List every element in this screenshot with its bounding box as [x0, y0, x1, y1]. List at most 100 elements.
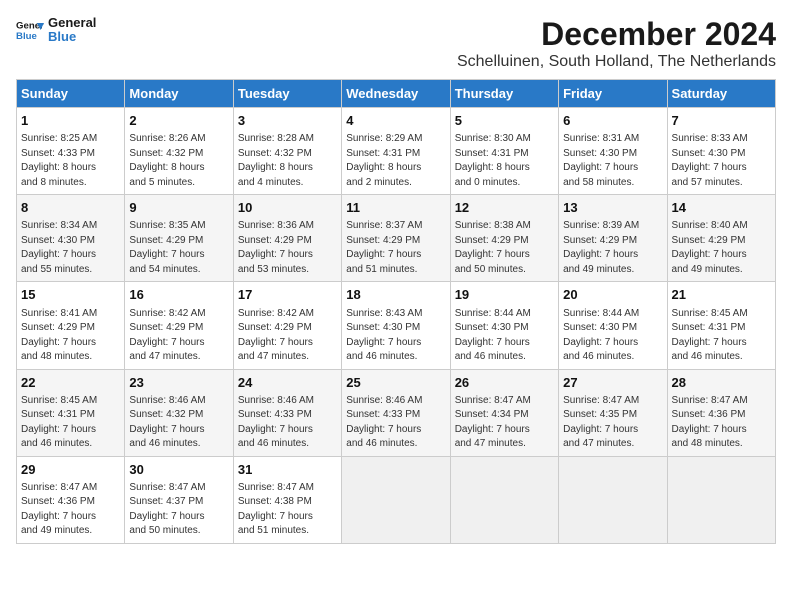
day-info: Sunrise: 8:45 AMSunset: 4:31 PMDaylight:…: [21, 394, 120, 452]
calendar-week-4: 22 Sunrise: 8:45 AMSunset: 4:31 PMDayligh…: [17, 369, 776, 456]
day-info: Sunrise: 8:30 AMSunset: 4:31 PMDaylight:…: [455, 132, 554, 190]
day-number: 18: [346, 286, 445, 304]
calendar-cell: 11 Sunrise: 8:37 AMSunset: 4:29 PMDayligh…: [342, 195, 450, 282]
calendar-cell: 15Sunrise: 8:41 AMSunset: 4:29 PMDayligh…: [17, 282, 125, 369]
day-info: Sunrise: 8:47 AMSunset: 4:36 PMDaylight:…: [21, 481, 120, 539]
day-number: 4: [346, 112, 445, 130]
header-sunday: Sunday: [17, 80, 125, 108]
day-info: Sunrise: 8:44 AMSunset: 4:30 PMDaylight:…: [455, 307, 554, 365]
day-number: 23: [129, 374, 228, 392]
day-info: Sunrise: 8:46 AMSunset: 4:33 PMDaylight:…: [238, 394, 337, 452]
calendar-cell: 9 Sunrise: 8:35 AMSunset: 4:29 PMDaylight…: [125, 195, 233, 282]
day-number: 10: [238, 199, 337, 217]
day-number: 29: [21, 461, 120, 479]
day-number: 11: [346, 199, 445, 217]
logo-icon: General Blue: [16, 16, 44, 44]
calendar-cell: [667, 456, 775, 543]
calendar-cell: 24 Sunrise: 8:46 AMSunset: 4:33 PMDayligh…: [233, 369, 341, 456]
header-thursday: Thursday: [450, 80, 558, 108]
calendar-cell: 6Sunrise: 8:31 AMSunset: 4:30 PMDaylight…: [559, 108, 667, 195]
day-info: Sunrise: 8:43 AMSunset: 4:30 PMDaylight:…: [346, 307, 445, 365]
calendar-cell: 5 Sunrise: 8:30 AMSunset: 4:31 PMDaylight…: [450, 108, 558, 195]
day-info: Sunrise: 8:47 AMSunset: 4:34 PMDaylight:…: [455, 394, 554, 452]
title-block: December 2024 Schelluinen, South Holland…: [457, 16, 776, 71]
calendar-subtitle: Schelluinen, South Holland, The Netherla…: [457, 53, 776, 71]
day-number: 16: [129, 286, 228, 304]
day-info: Sunrise: 8:25 AMSunset: 4:33 PMDaylight:…: [21, 132, 120, 190]
calendar-week-2: 8 Sunrise: 8:34 AMSunset: 4:30 PMDaylight…: [17, 195, 776, 282]
logo: General Blue General Blue: [16, 16, 96, 45]
day-info: Sunrise: 8:47 AMSunset: 4:36 PMDaylight:…: [672, 394, 771, 452]
day-number: 20: [563, 286, 662, 304]
day-number: 8: [21, 199, 120, 217]
logo-line1: General: [48, 16, 96, 30]
day-number: 31: [238, 461, 337, 479]
day-info: Sunrise: 8:47 AMSunset: 4:38 PMDaylight:…: [238, 481, 337, 539]
day-info: Sunrise: 8:39 AMSunset: 4:29 PMDaylight:…: [563, 219, 662, 277]
day-number: 21: [672, 286, 771, 304]
day-info: Sunrise: 8:42 AMSunset: 4:29 PMDaylight:…: [129, 307, 228, 365]
calendar-cell: 10Sunrise: 8:36 AMSunset: 4:29 PMDayligh…: [233, 195, 341, 282]
calendar-cell: 14 Sunrise: 8:40 AMSunset: 4:29 PMDayligh…: [667, 195, 775, 282]
calendar-cell: 19Sunrise: 8:44 AMSunset: 4:30 PMDayligh…: [450, 282, 558, 369]
header-friday: Friday: [559, 80, 667, 108]
day-info: Sunrise: 8:40 AMSunset: 4:29 PMDaylight:…: [672, 219, 771, 277]
day-number: 13: [563, 199, 662, 217]
calendar-cell: 25 Sunrise: 8:46 AMSunset: 4:33 PMDayligh…: [342, 369, 450, 456]
day-info: Sunrise: 8:46 AMSunset: 4:32 PMDaylight:…: [129, 394, 228, 452]
calendar-cell: 16 Sunrise: 8:42 AMSunset: 4:29 PMDayligh…: [125, 282, 233, 369]
calendar-cell: 22 Sunrise: 8:45 AMSunset: 4:31 PMDayligh…: [17, 369, 125, 456]
calendar-cell: 7 Sunrise: 8:33 AMSunset: 4:30 PMDaylight…: [667, 108, 775, 195]
calendar-cell: [450, 456, 558, 543]
calendar-cell: 17Sunrise: 8:42 AMSunset: 4:29 PMDayligh…: [233, 282, 341, 369]
day-info: Sunrise: 8:46 AMSunset: 4:33 PMDaylight:…: [346, 394, 445, 452]
day-number: 9: [129, 199, 228, 217]
day-number: 7: [672, 112, 771, 130]
day-info: Sunrise: 8:34 AMSunset: 4:30 PMDaylight:…: [21, 219, 120, 277]
day-info: Sunrise: 8:38 AMSunset: 4:29 PMDaylight:…: [455, 219, 554, 277]
calendar-week-5: 29 Sunrise: 8:47 AMSunset: 4:36 PMDayligh…: [17, 456, 776, 543]
calendar-cell: 31 Sunrise: 8:47 AMSunset: 4:38 PMDayligh…: [233, 456, 341, 543]
day-number: 3: [238, 112, 337, 130]
day-number: 14: [672, 199, 771, 217]
calendar-cell: 4 Sunrise: 8:29 AMSunset: 4:31 PMDaylight…: [342, 108, 450, 195]
calendar-cell: 29 Sunrise: 8:47 AMSunset: 4:36 PMDayligh…: [17, 456, 125, 543]
calendar-title: December 2024: [457, 16, 776, 53]
calendar-cell: 8 Sunrise: 8:34 AMSunset: 4:30 PMDaylight…: [17, 195, 125, 282]
header-monday: Monday: [125, 80, 233, 108]
day-number: 22: [21, 374, 120, 392]
calendar-cell: 21 Sunrise: 8:45 AMSunset: 4:31 PMDayligh…: [667, 282, 775, 369]
svg-text:Blue: Blue: [16, 31, 37, 42]
day-info: Sunrise: 8:31 AMSunset: 4:30 PMDaylight:…: [563, 132, 662, 190]
header-wednesday: Wednesday: [342, 80, 450, 108]
day-info: Sunrise: 8:29 AMSunset: 4:31 PMDaylight:…: [346, 132, 445, 190]
calendar-cell: 13 Sunrise: 8:39 AMSunset: 4:29 PMDayligh…: [559, 195, 667, 282]
day-number: 5: [455, 112, 554, 130]
calendar-header-row: SundayMondayTuesdayWednesdayThursdayFrid…: [17, 80, 776, 108]
calendar-cell: 27 Sunrise: 8:47 AMSunset: 4:35 PMDayligh…: [559, 369, 667, 456]
day-info: Sunrise: 8:33 AMSunset: 4:30 PMDaylight:…: [672, 132, 771, 190]
calendar-cell: [559, 456, 667, 543]
calendar-week-3: 15Sunrise: 8:41 AMSunset: 4:29 PMDayligh…: [17, 282, 776, 369]
calendar-cell: 3Sunrise: 8:28 AMSunset: 4:32 PMDaylight…: [233, 108, 341, 195]
header-tuesday: Tuesday: [233, 80, 341, 108]
day-info: Sunrise: 8:37 AMSunset: 4:29 PMDaylight:…: [346, 219, 445, 277]
day-info: Sunrise: 8:41 AMSunset: 4:29 PMDaylight:…: [21, 307, 120, 365]
calendar-cell: [342, 456, 450, 543]
day-number: 26: [455, 374, 554, 392]
day-info: Sunrise: 8:44 AMSunset: 4:30 PMDaylight:…: [563, 307, 662, 365]
calendar-cell: 23 Sunrise: 8:46 AMSunset: 4:32 PMDayligh…: [125, 369, 233, 456]
calendar-cell: 20 Sunrise: 8:44 AMSunset: 4:30 PMDayligh…: [559, 282, 667, 369]
day-number: 27: [563, 374, 662, 392]
calendar-cell: 26 Sunrise: 8:47 AMSunset: 4:34 PMDayligh…: [450, 369, 558, 456]
day-number: 25: [346, 374, 445, 392]
day-info: Sunrise: 8:45 AMSunset: 4:31 PMDaylight:…: [672, 307, 771, 365]
logo-line2: Blue: [48, 30, 96, 44]
day-info: Sunrise: 8:47 AMSunset: 4:37 PMDaylight:…: [129, 481, 228, 539]
day-info: Sunrise: 8:26 AMSunset: 4:32 PMDaylight:…: [129, 132, 228, 190]
day-info: Sunrise: 8:35 AMSunset: 4:29 PMDaylight:…: [129, 219, 228, 277]
day-number: 24: [238, 374, 337, 392]
day-number: 12: [455, 199, 554, 217]
day-info: Sunrise: 8:47 AMSunset: 4:35 PMDaylight:…: [563, 394, 662, 452]
calendar-week-1: 1Sunrise: 8:25 AMSunset: 4:33 PMDaylight…: [17, 108, 776, 195]
